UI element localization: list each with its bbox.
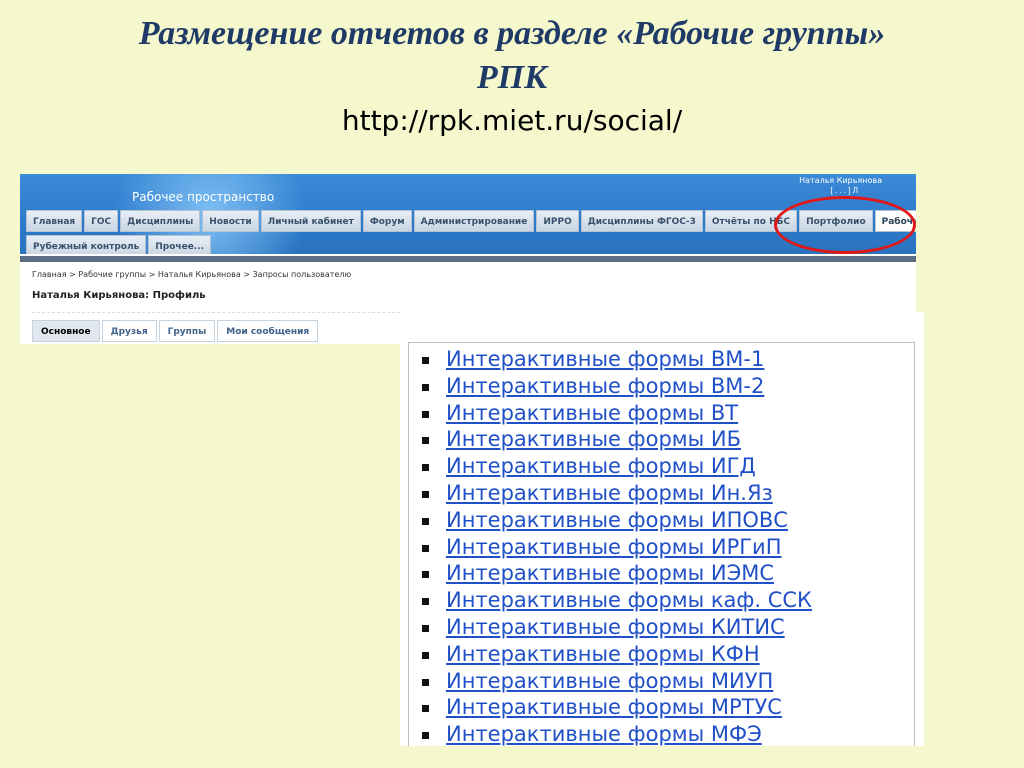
profile-tab-1[interactable]: Основное	[32, 320, 100, 342]
forms-link[interactable]: Интерактивные формы ИРГиП	[446, 535, 782, 559]
list-item: Интерактивные формы ВМ-1	[420, 346, 812, 373]
forms-link[interactable]: Интерактивные формы каф. ССК	[446, 588, 812, 612]
list-item: Интерактивные формы ВМ-2	[420, 373, 812, 400]
bullet-icon	[422, 544, 429, 552]
nav-tab-5[interactable]: Личный кабинет	[260, 210, 361, 232]
forms-link[interactable]: Интерактивные формы МФЭ	[446, 722, 762, 746]
forms-list-screenshot: Интерактивные формы ВМ-1 Интерактивные фо…	[400, 312, 924, 746]
bullet-icon	[422, 598, 429, 606]
nav-tab-2[interactable]: Прочее...	[148, 235, 212, 254]
bullet-icon	[422, 464, 429, 472]
bullet-icon	[422, 651, 429, 659]
nav-tab-8[interactable]: ИРРО	[536, 210, 579, 232]
list-item: Интерактивные формы МФЭ	[420, 721, 812, 746]
forms-link[interactable]: Интерактивные формы КФН	[446, 642, 760, 666]
bullet-icon	[422, 410, 429, 418]
bullet-icon	[422, 437, 429, 445]
forms-link[interactable]: Интерактивные формы ВТ	[446, 401, 738, 425]
nav-strip	[20, 256, 916, 262]
slide-url: http://rpk.miet.ru/social/	[341, 104, 683, 137]
bullet-icon	[422, 705, 429, 713]
breadcrumb[interactable]: Главная > Рабочие группы > Наталья Кирья…	[32, 270, 351, 279]
user-links[interactable]: [ . . . ] Л	[831, 186, 858, 195]
list-item: Интерактивные формы ИБ	[420, 426, 812, 453]
forms-link[interactable]: Интерактивные формы ВМ-2	[446, 374, 764, 398]
nav-tab-4[interactable]: Новости	[202, 210, 259, 232]
workspace-title: Рабочее пространство	[132, 190, 275, 204]
nav-tab-1[interactable]: Главная	[26, 210, 83, 232]
forms-link[interactable]: Интерактивные формы ИПОВС	[446, 508, 788, 532]
nav-tab-7[interactable]: Администрирование	[413, 210, 535, 232]
profile-tab-4[interactable]: Мои сообщения	[217, 320, 319, 342]
forms-link[interactable]: Интерактивные формы ИБ	[446, 427, 741, 451]
bullet-icon	[422, 357, 429, 364]
profile-tab-3[interactable]: Группы	[158, 320, 216, 342]
bullet-icon	[422, 383, 429, 391]
nav-tab-3[interactable]: Дисциплины	[120, 210, 201, 232]
bullet-icon	[422, 571, 429, 579]
nav-tab-2[interactable]: ГОС	[84, 210, 119, 232]
forms-link[interactable]: Интерактивные формы ИГД	[446, 454, 756, 478]
forms-link[interactable]: Интерактивные формы Ин.Яз	[446, 481, 773, 505]
list-item: Интерактивные формы КФН	[420, 641, 812, 668]
list-item: Интерактивные формы ИРГиП	[420, 534, 812, 561]
profile-tab-2[interactable]: Друзья	[101, 320, 157, 342]
slide-title: Размещение отчетов в разделе «Рабочие гр…	[0, 12, 1024, 100]
list-item: Интерактивные формы ИПОВС	[420, 507, 812, 534]
list-item: Интерактивные формы ИЭМС	[420, 560, 812, 587]
bullet-icon	[422, 732, 429, 740]
bullet-icon	[422, 624, 429, 632]
profile-tabs: Основное Друзья Группы Мои сообщения	[32, 320, 319, 342]
nav-tab-6[interactable]: Форум	[362, 210, 412, 232]
bullet-icon	[422, 490, 429, 498]
bullet-icon	[422, 678, 429, 686]
forms-link[interactable]: Интерактивные формы МИУП	[446, 669, 773, 693]
slide-title-line1: Размещение отчетов в разделе «Рабочие гр…	[138, 15, 886, 52]
slide-title-line2: РПК	[476, 59, 548, 96]
forms-link[interactable]: Интерактивные формы ИЭМС	[446, 561, 774, 585]
forms-link[interactable]: Интерактивные формы КИТИС	[446, 615, 785, 639]
list-item: Интерактивные формы МИУП	[420, 668, 812, 695]
nav-tab-9[interactable]: Дисциплины ФГОС-3	[580, 210, 703, 232]
list-item: Интерактивные формы КИТИС	[420, 614, 812, 641]
list-item: Интерактивные формы ИГД	[420, 453, 812, 480]
forms-list: Интерактивные формы ВМ-1 Интерактивные фо…	[420, 346, 812, 746]
list-item: Интерактивные формы МРТУС	[420, 694, 812, 721]
forms-link[interactable]: Интерактивные формы МРТУС	[446, 695, 782, 719]
highlight-circle	[774, 196, 916, 254]
forms-link[interactable]: Интерактивные формы ВМ-1	[446, 347, 764, 371]
profile-title: Наталья Кирьянова: Профиль	[32, 290, 206, 301]
list-item: Интерактивные формы Ин.Яз	[420, 480, 812, 507]
bullet-icon	[422, 517, 429, 525]
list-item: Интерактивные формы каф. ССК	[420, 587, 812, 614]
list-item: Интерактивные формы ВТ	[420, 400, 812, 427]
user-name[interactable]: Наталья Кирьянова	[799, 176, 882, 185]
nav-tab-1[interactable]: Рубежный контроль	[26, 235, 147, 254]
nav-row-2: Рубежный контроль Прочее...	[26, 235, 212, 254]
